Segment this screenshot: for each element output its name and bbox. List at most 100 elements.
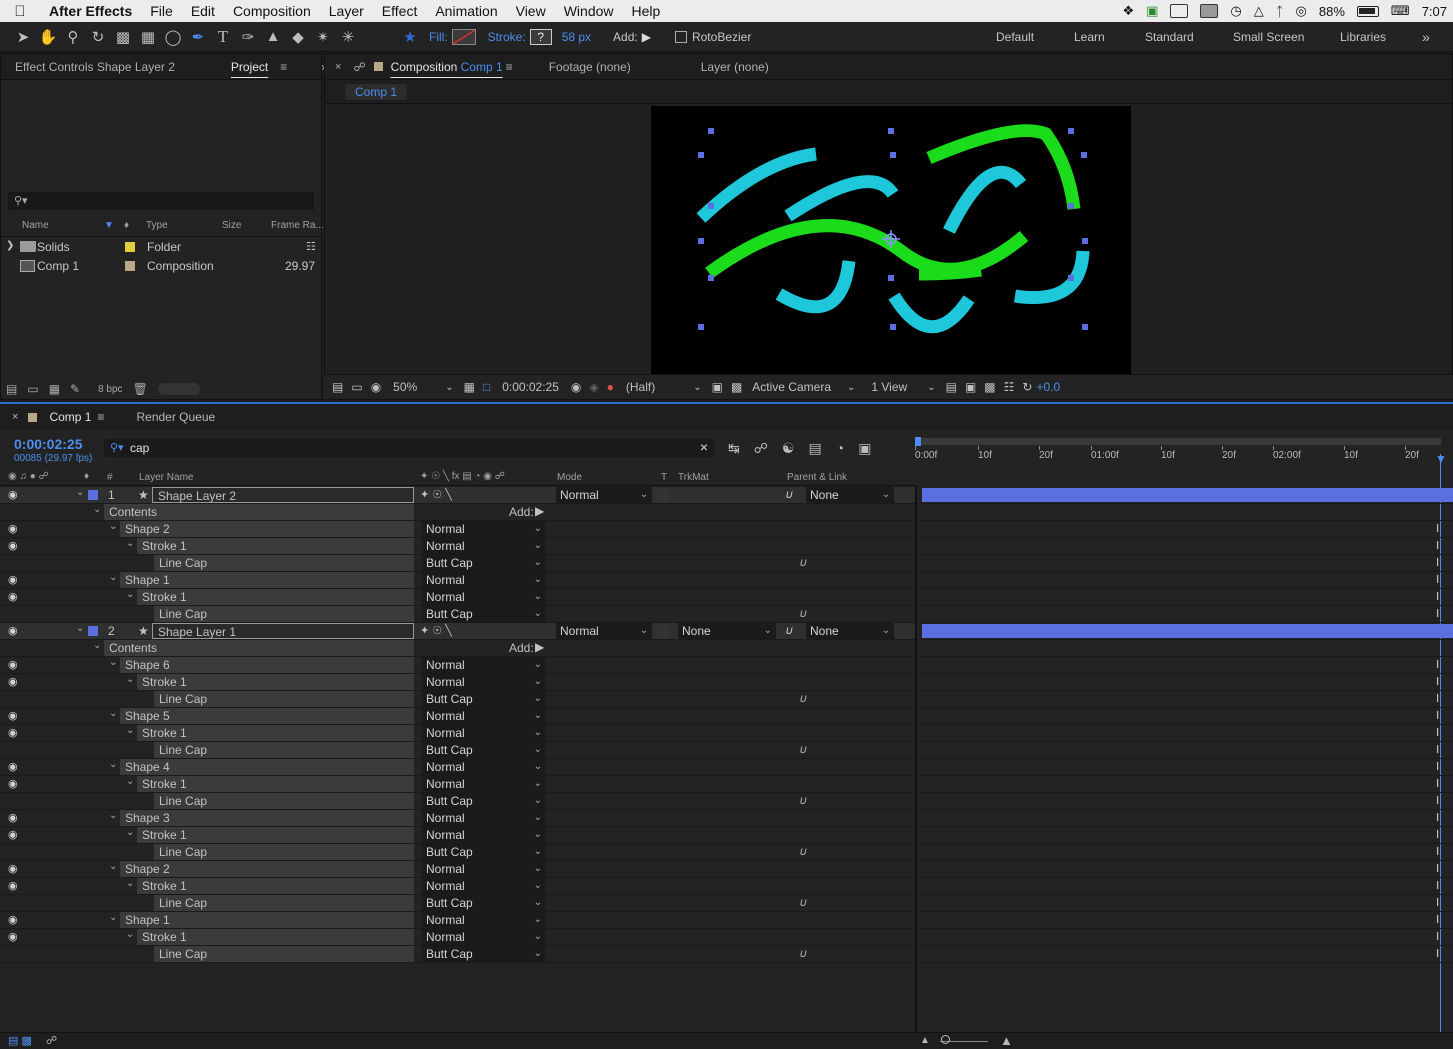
expand-chevron-icon[interactable]: ⌄ [126,589,134,600]
trash-icon[interactable]: 🗑 [133,382,148,396]
stroke-name[interactable]: Stroke 1 [137,725,414,741]
stroke-row[interactable]: ◉ ⌄ Stroke 1 Normal ⌄ [0,538,915,555]
evernote-icon[interactable]: ▣ [1146,3,1158,19]
tab-layer[interactable]: Layer (none) [691,60,779,74]
handle[interactable] [1082,238,1088,244]
thumbnail-slider[interactable] [157,383,200,395]
track-row[interactable]: Ⅰ [920,776,1453,793]
exposure-value[interactable]: +0.0 [1036,380,1060,394]
comp-flowchart-icon[interactable]: ↹ [728,440,740,457]
keyframe-indicator-icon[interactable]: Ⅰ [1436,896,1439,909]
project-search-input[interactable]: ⚲▾ [8,192,314,210]
show-snapshot-icon[interactable]: ◈ [589,380,598,394]
menu-edit[interactable]: Edit [182,3,224,19]
track-row[interactable]: Ⅰ [920,555,1453,572]
expression-pickwhip-icon[interactable]: 𝜐 [800,555,807,570]
close-icon[interactable]: × [335,61,341,73]
cap-name[interactable]: Line Cap [154,742,414,758]
add-menu-icon[interactable]: ▶ [642,30,651,44]
keyframe-indicator-icon[interactable]: Ⅰ [1436,607,1439,620]
col-layer-name[interactable]: Layer Name [139,472,193,483]
handle[interactable] [890,152,896,158]
expand-chevron-icon[interactable]: ⌄ [93,640,101,651]
pickwhip-icon[interactable]: 𝜐 [786,487,793,502]
handle[interactable] [708,203,714,209]
keyframe-indicator-icon[interactable]: Ⅰ [1436,743,1439,756]
cyan-stroke-6[interactable] [1014,250,1090,304]
track-row[interactable]: Ⅰ [920,691,1453,708]
work-area-bar[interactable] [917,438,1441,445]
dropbox-icon[interactable]: ❖ [1122,3,1134,19]
shape-row[interactable]: ◉ ⌄ Shape 2 Normal ⌄ [0,861,915,878]
stroke-row[interactable]: ◉ ⌄ Stroke 1 Normal ⌄ [0,725,915,742]
sort-chevron-icon[interactable]: ▼ [104,220,114,236]
project-item-comp1[interactable]: Comp 1 Composition 29.97 [4,257,318,276]
menu-composition[interactable]: Composition [224,3,320,19]
chevron-down-icon[interactable]: ⌄ [847,382,855,393]
trkmat-dropdown[interactable]: None ⌄ [678,623,776,639]
track-row[interactable]: Ⅰ [920,572,1453,589]
shape-name[interactable]: Shape 3 [120,810,414,826]
bpc-button[interactable]: 8 bpc [98,384,122,395]
blend-mode-dropdown[interactable]: Normal ⌄ [422,776,546,792]
label-color-swatch[interactable] [88,626,98,636]
toggle-switches-icon[interactable]: ▤ ▩ [8,1034,32,1047]
tab-footage[interactable]: Footage (none) [539,60,641,74]
expand-chevron-icon[interactable]: ⌄ [126,827,134,838]
cap-name[interactable]: Line Cap [154,895,414,911]
cyan-stroke-5[interactable] [888,292,975,334]
screen-icon[interactable] [1200,4,1219,18]
blend-mode-dropdown[interactable]: Normal ⌄ [422,521,546,537]
keyframe-indicator-icon[interactable]: Ⅰ [1436,777,1439,790]
zoom-tool-icon[interactable]: ⚲ [62,26,84,48]
expand-chevron-icon[interactable]: ⌄ [126,725,134,736]
visibility-eye-icon[interactable]: ◉ [8,624,18,637]
keyframe-indicator-icon[interactable]: Ⅰ [1436,556,1439,569]
keyframe-indicator-icon[interactable]: Ⅰ [1436,590,1439,603]
shape-name[interactable]: Shape 1 [120,912,414,928]
chevron-down-icon[interactable]: ⌄ [693,382,701,393]
timeline-icon[interactable]: ▩ [984,380,995,394]
channel-icon[interactable]: ● [607,380,614,394]
tab-render-queue[interactable]: Render Queue [136,410,215,424]
workspace-standard[interactable]: Standard [1145,22,1194,52]
expand-chevron-icon[interactable]: ⌄ [126,878,134,889]
expression-pickwhip-icon[interactable]: 𝜐 [800,793,807,808]
expression-pickwhip-icon[interactable]: 𝜐 [800,606,807,621]
track-row[interactable]: Ⅰ [920,521,1453,538]
line-cap-row[interactable]: Line Cap Butt Cap ⌄ 𝜐 [0,691,915,708]
green-stroke-3[interactable] [918,263,982,281]
blend-mode-dropdown[interactable]: Normal ⌄ [422,572,546,588]
shape-layers-artwork[interactable] [651,106,1131,374]
stroke-row[interactable]: ◉ ⌄ Stroke 1 Normal ⌄ [0,589,915,606]
contents-row[interactable]: ⌄ Contents Add: ▶ [0,640,915,657]
line-cap-dropdown[interactable]: Butt Cap ⌄ [422,793,546,809]
visibility-eye-icon[interactable]: ◉ [8,777,18,790]
keyframe-indicator-icon[interactable]: Ⅰ [1436,947,1439,960]
tab-composition[interactable]: Composition Comp 1 [383,60,506,74]
menu-help[interactable]: Help [623,3,670,19]
track-row[interactable] [920,487,1453,504]
shape-row[interactable]: ◉ ⌄ Shape 1 Normal ⌄ [0,572,915,589]
zoom-out-icon[interactable]: ▲ [920,1035,930,1046]
expand-chevron-icon[interactable]: ⌄ [109,759,117,770]
interpret-footage-icon[interactable]: ▤ [6,382,17,396]
menu-after-effects[interactable]: After Effects [40,3,141,19]
time-machine-icon[interactable]: ◷ [1230,3,1241,19]
cyan-stroke-4[interactable] [775,260,856,314]
track-row[interactable]: Ⅰ [920,725,1453,742]
menu-animation[interactable]: Animation [426,3,506,19]
rotobezier-checkbox[interactable] [674,30,687,43]
cap-name[interactable]: Line Cap [154,691,414,707]
view-layout-dropdown[interactable]: 1 View [871,380,907,394]
track-row[interactable]: Ⅰ [920,895,1453,912]
handle[interactable] [888,128,894,134]
roto-brush-tool-icon[interactable]: ✴ [312,26,334,48]
track-row[interactable]: Ⅰ [920,759,1453,776]
stroke-name[interactable]: Stroke 1 [137,776,414,792]
line-cap-dropdown[interactable]: Butt Cap ⌄ [422,606,546,622]
star-icon[interactable]: ★ [399,26,421,48]
wifi-icon[interactable]: ◎ [1296,3,1307,19]
handle[interactable] [1068,275,1074,281]
track-row[interactable]: Ⅰ [920,589,1453,606]
